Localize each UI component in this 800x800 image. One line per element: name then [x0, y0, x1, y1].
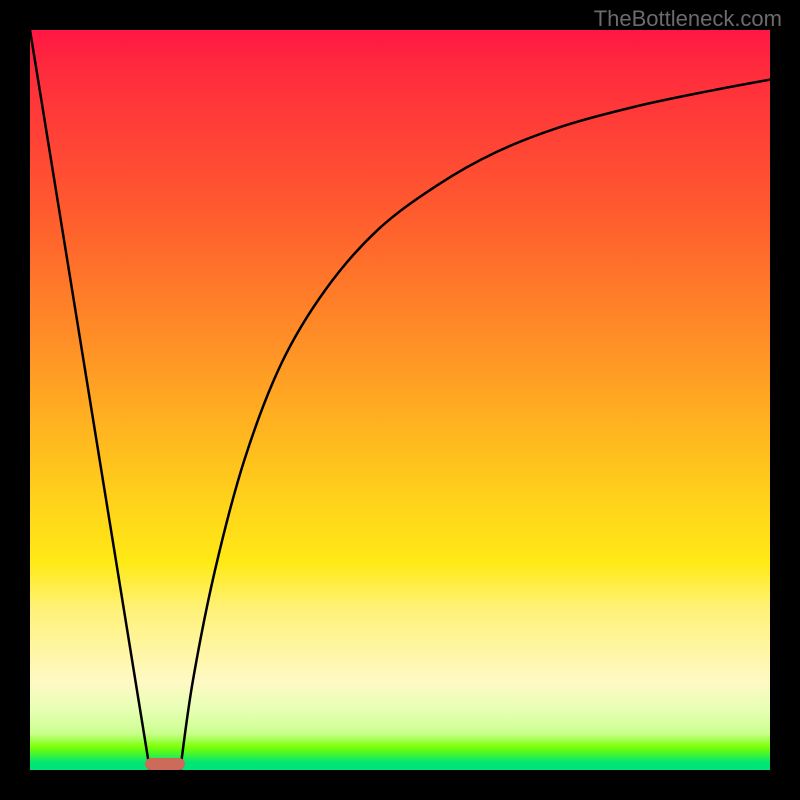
bottleneck-marker	[145, 758, 185, 770]
watermark-text: TheBottleneck.com	[594, 6, 782, 32]
chart-curves	[30, 30, 770, 770]
right-log-curve	[180, 80, 770, 770]
left-line-curve	[30, 30, 150, 770]
